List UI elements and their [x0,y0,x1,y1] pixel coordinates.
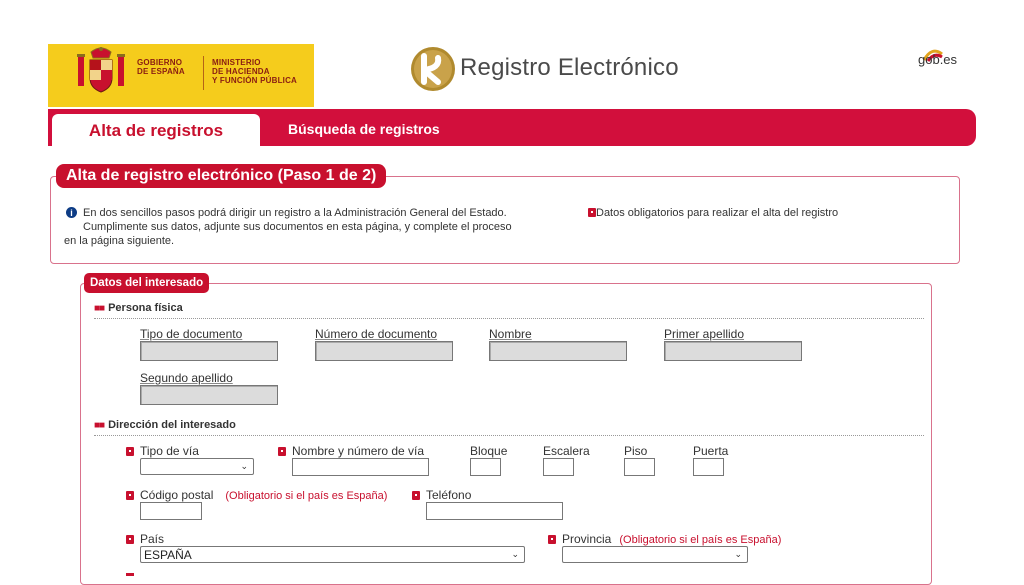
ministry-line2: DE HACIENDA [212,67,270,76]
chevron-down-icon: ⌄ [734,549,742,559]
datos-interesado-title: Datos del interesado [84,273,210,293]
puerta-input[interactable] [693,458,724,476]
nombre-field[interactable] [489,341,627,361]
info-icon: i [66,207,77,218]
section-divider [94,318,924,319]
ministry-line1: MINISTERIO [212,58,261,67]
nombre-via-input[interactable] [292,458,429,476]
nombre-via-label: Nombre y número de vía [292,444,425,458]
required-note: Datos obligatorios para realizar el alta… [588,207,838,219]
required-note-text: Datos obligatorios para realizar el alta… [596,207,839,219]
gob-logo: gob.es [918,52,958,67]
bloque-label: Bloque [470,444,508,458]
escalera-label: Escalera [543,444,590,458]
tipo-documento-label: Tipo de documento [140,327,243,341]
info-text-line2: Cumplimente sus datos, adjunte sus docum… [83,221,512,233]
required-marker-icon [588,208,596,217]
tipo-via-select[interactable]: ⌄ [140,458,254,475]
step-title: Alta de registro electrónico (Paso 1 de … [56,164,387,188]
nombre-via-label-wrap: Nombre y número de vía [278,444,424,458]
provincia-note: (Obligatorio si el país es España) [619,534,782,546]
provincia-label: Provincia [562,532,612,546]
codigo-postal-label: Código postal [140,488,214,502]
section-bullet-icon: ■■ [94,303,105,314]
telefono-label: Teléfono [426,488,472,502]
provincia-label-wrap: Provincia (Obligatorio si el país es Espa… [548,532,781,546]
codigo-postal-note: (Obligatorio si el país es España) [225,490,388,502]
tipo-documento-field[interactable] [140,341,278,361]
numero-documento-field[interactable] [315,341,453,361]
info-text-line3: en la página siguiente. [64,235,175,247]
tipo-via-label-wrap: Tipo de vía [126,444,199,458]
section-persona-fisica: ■■ Persona física [94,302,183,314]
section-persona-fisica-label: Persona física [108,302,183,314]
numero-documento-label: Número de documento [315,327,438,341]
pais-select[interactable]: ESPAÑA ⌄ [140,546,525,563]
section-direccion: ■■ Dirección del interesado [94,419,236,431]
required-marker-icon [126,447,134,456]
escalera-input[interactable] [543,458,574,476]
provincia-select[interactable]: ⌄ [562,546,748,563]
required-marker-icon [412,491,420,500]
chevron-down-icon: ⌄ [511,549,519,559]
required-marker-icon [548,535,556,544]
segundo-apellido-field[interactable] [140,385,278,405]
tab-busqueda-registros[interactable]: Búsqueda de registros [288,121,440,137]
telefono-input[interactable] [426,502,563,520]
info-text-line1: En dos sencillos pasos podrá dirigir un … [83,207,507,219]
pais-label: País [140,532,165,546]
section-direccion-label: Dirección del interesado [108,419,236,431]
piso-label: Piso [624,444,648,458]
required-marker-icon [126,491,134,500]
codigo-postal-label-wrap: Código postal (Obligatorio si el país es … [126,488,387,502]
app-title: Registro Electrónico [460,54,679,81]
segundo-apellido-label: Segundo apellido [140,371,233,385]
primer-apellido-field[interactable] [664,341,802,361]
puerta-label: Puerta [693,444,729,458]
telefono-label-wrap: Teléfono [412,488,471,502]
required-marker-icon [278,447,286,456]
gov-line1: GOBIERNO [137,58,183,67]
nombre-label: Nombre [489,327,532,341]
chevron-down-icon: ⌄ [240,461,248,471]
gov-divider [203,56,204,90]
bloque-input[interactable] [470,458,501,476]
tab-alta-registros[interactable]: Alta de registros [52,114,260,148]
section-divider [94,435,924,436]
piso-input[interactable] [624,458,655,476]
registro-logo-icon [411,47,455,91]
spain-coat-of-arms-icon [77,47,125,93]
pais-selected-value: ESPAÑA [144,547,192,562]
required-marker-icon [126,535,134,544]
ministry-line3: Y FUNCIÓN PÚBLICA [212,76,298,85]
section-bullet-icon: ■■ [94,420,105,431]
codigo-postal-input[interactable] [140,502,202,520]
primer-apellido-label: Primer apellido [664,327,745,341]
gov-line2: DE ESPAÑA [137,67,185,76]
tipo-via-label: Tipo de vía [140,444,199,458]
pais-label-wrap: País [126,532,164,546]
